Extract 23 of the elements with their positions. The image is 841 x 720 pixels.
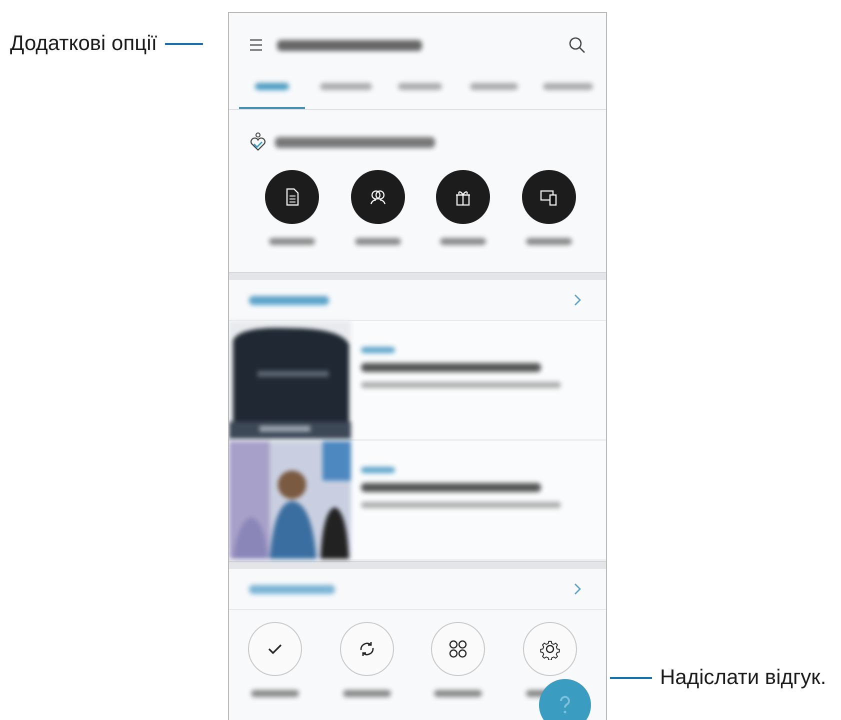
callout-label: Додаткові опції: [10, 32, 158, 56]
article-card[interactable]: [229, 321, 606, 441]
leader-line: [610, 677, 652, 679]
heart-person-icon: [249, 132, 267, 152]
blurred-label: [526, 238, 572, 245]
blurred-label: [342, 690, 391, 697]
blurred-category: [361, 347, 395, 353]
article-card[interactable]: [229, 441, 606, 561]
blurred-label: [354, 238, 401, 245]
menu-icon[interactable]: [249, 39, 263, 51]
leader-line: [165, 43, 204, 45]
blurred-label: [250, 690, 299, 697]
blurred-label: [434, 690, 482, 697]
blurred-category: [361, 467, 395, 473]
question-icon: [558, 695, 572, 715]
blurred-label: [440, 238, 486, 245]
search-icon[interactable]: [568, 36, 586, 54]
blurred-label: [268, 238, 315, 245]
apps-icon: [447, 638, 470, 660]
settings-icon: [539, 638, 562, 660]
chevron-icon[interactable]: [574, 583, 582, 595]
chevron-icon[interactable]: [574, 294, 582, 306]
callout-label: Надіслати відгук.: [660, 666, 826, 690]
